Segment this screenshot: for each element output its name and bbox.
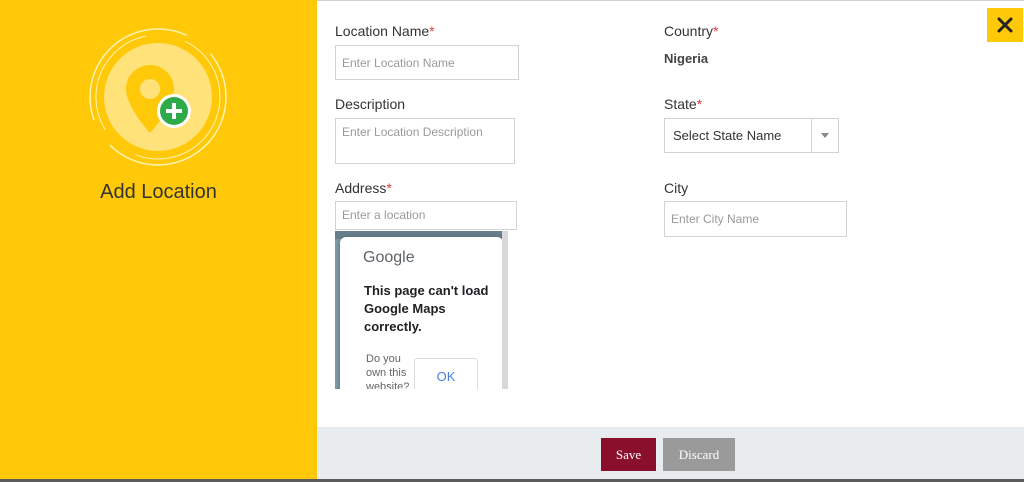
chevron-down-icon[interactable] [811, 119, 838, 152]
city-input[interactable] [664, 201, 847, 237]
map-pin-add-icon [89, 28, 227, 166]
page-title: Add Location [100, 181, 217, 203]
map-scrollbar[interactable] [502, 231, 508, 389]
description-input[interactable] [335, 118, 515, 164]
map-view[interactable]: Google This page can't load Google Maps … [335, 231, 508, 389]
location-name-label: Location Name* [335, 23, 435, 39]
discard-button[interactable]: Discard [663, 438, 735, 471]
description-label: Description [335, 96, 406, 112]
city-label: City [664, 180, 689, 196]
address-label: Address* [335, 180, 392, 196]
address-input[interactable] [335, 201, 517, 230]
location-name-input[interactable] [335, 45, 519, 80]
country-value: Nigeria [664, 51, 709, 66]
country-label: Country* [664, 23, 719, 39]
maps-ok-button[interactable]: OK [414, 358, 478, 389]
close-icon [997, 17, 1013, 33]
save-button[interactable]: Save [601, 438, 656, 471]
state-select[interactable]: Select State Name [664, 118, 839, 153]
left-panel: Add Location [0, 0, 317, 482]
google-logo: Google [363, 249, 415, 266]
maps-error-dialog: Google This page can't load Google Maps … [340, 237, 503, 389]
maps-error-message: This page can't load Google Maps correct… [364, 283, 489, 334]
own-website-text: Do you own this website? [366, 353, 410, 389]
state-label: State* [664, 96, 703, 112]
close-button[interactable] [987, 8, 1023, 42]
state-select-value: Select State Name [673, 128, 782, 143]
